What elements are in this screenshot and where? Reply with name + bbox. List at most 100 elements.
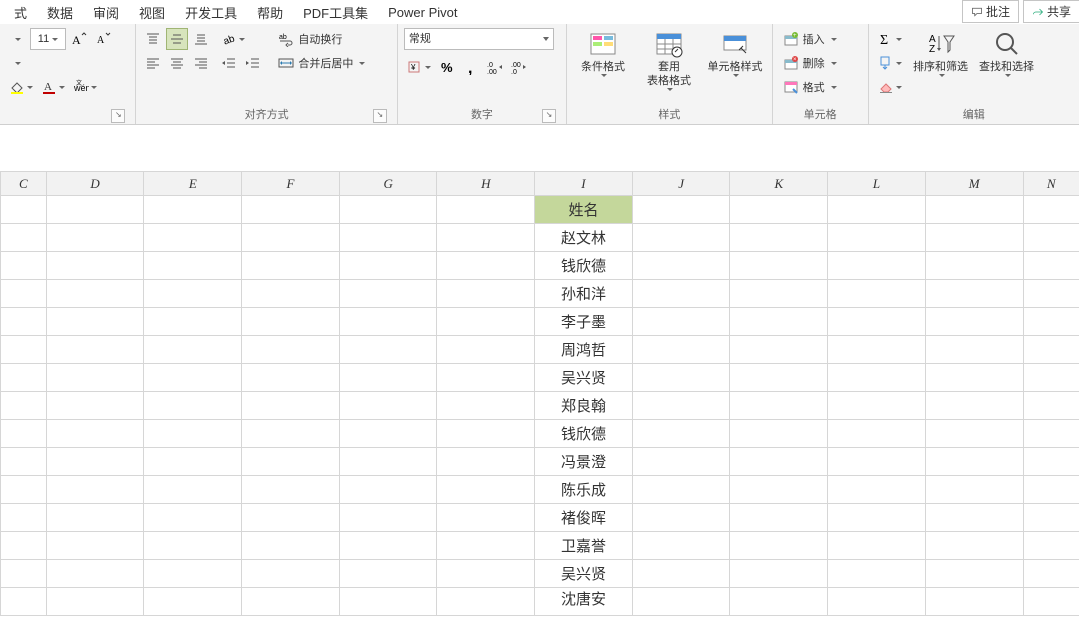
svg-text:文: 文	[76, 79, 82, 87]
orientation-icon: ab	[221, 31, 237, 47]
decrease-indent-button[interactable]	[218, 52, 240, 74]
fill-color-button[interactable]	[6, 76, 36, 98]
tab-formulas-partial[interactable]: 式	[4, 0, 37, 25]
format-cells-label: 格式	[803, 79, 825, 95]
autosum-button[interactable]: Σ	[875, 28, 905, 50]
number-dialog-launcher[interactable]: ↘	[542, 109, 556, 123]
col-header-K[interactable]: K	[730, 172, 828, 196]
increase-decimal-button[interactable]: .0.00	[484, 56, 506, 78]
align-center-button[interactable]	[166, 52, 188, 74]
tab-review[interactable]: 审阅	[83, 0, 129, 25]
menu-bar: 式 数据 审阅 视图 开发工具 帮助 PDF工具集 Power Pivot 批注…	[0, 0, 1079, 24]
cell-I-r5[interactable]: 李子墨	[535, 308, 633, 336]
cell-I-header[interactable]: 姓名	[535, 196, 633, 224]
increase-indent-button[interactable]	[242, 52, 264, 74]
delete-cells-button[interactable]: × 删除	[779, 52, 841, 74]
number-group-label: 数字	[471, 109, 493, 121]
col-header-H[interactable]: H	[437, 172, 535, 196]
align-left-button[interactable]	[142, 52, 164, 74]
alignment-dialog-launcher[interactable]: ↘	[373, 109, 387, 123]
cell-I-r15[interactable]: 沈唐安	[535, 588, 633, 616]
wrap-text-button[interactable]: ab 自动换行	[274, 28, 369, 50]
font-size-combo[interactable]: 11	[30, 28, 66, 50]
clear-button[interactable]	[875, 76, 905, 98]
tab-help[interactable]: 帮助	[247, 0, 293, 25]
col-header-G[interactable]: G	[339, 172, 437, 196]
delete-cells-icon: ×	[783, 55, 799, 71]
col-header-N[interactable]: N	[1023, 172, 1079, 196]
col-header-M[interactable]: M	[925, 172, 1023, 196]
comments-label: 批注	[986, 3, 1010, 20]
tab-pdf-tools[interactable]: PDF工具集	[293, 0, 378, 25]
col-header-D[interactable]: D	[46, 172, 144, 196]
tab-power-pivot[interactable]: Power Pivot	[378, 2, 467, 23]
col-header-I[interactable]: I	[535, 172, 633, 196]
sort-filter-label: 排序和筛选	[913, 60, 968, 74]
font-size-value: 11	[38, 29, 49, 49]
accounting-format-button[interactable]: ¥	[404, 56, 434, 78]
cell-I-r4[interactable]: 孙和洋	[535, 280, 633, 308]
comma-style-button[interactable]: ,	[460, 56, 482, 78]
font-color-button[interactable]: A	[38, 76, 68, 98]
cell-I-r13[interactable]: 卫嘉誉	[535, 532, 633, 560]
autosum-icon: Σ	[878, 31, 894, 47]
cell-I-r9[interactable]: 钱欣德	[535, 420, 633, 448]
fill-button[interactable]	[875, 52, 905, 74]
col-header-F[interactable]: F	[242, 172, 340, 196]
cell-I-r11[interactable]: 陈乐成	[535, 476, 633, 504]
tab-view[interactable]: 视图	[129, 0, 175, 25]
align-right-button[interactable]	[190, 52, 212, 74]
tab-data[interactable]: 数据	[37, 0, 83, 25]
cell-I-r2[interactable]: 赵文林	[535, 224, 633, 252]
share-icon	[1032, 6, 1044, 18]
alignment-group-label: 对齐方式	[245, 109, 289, 121]
cell-I-r10[interactable]: 冯景澄	[535, 448, 633, 476]
find-select-icon	[993, 30, 1021, 58]
align-top-button[interactable]	[142, 28, 164, 50]
conditional-formatting-button[interactable]: 条件格式	[573, 28, 633, 79]
cell-I-r14[interactable]: 吴兴贤	[535, 560, 633, 588]
number-format-combo[interactable]: 常规	[404, 28, 554, 50]
align-top-icon	[145, 31, 161, 47]
insert-cells-icon: +	[783, 31, 799, 47]
font-dialog-launcher[interactable]: ↘	[111, 109, 125, 123]
phonetic-guide-button[interactable]: wén文	[70, 76, 100, 98]
column-header-row[interactable]: C D E F G H I J K L M N	[1, 172, 1079, 196]
find-select-button[interactable]: 查找和选择	[977, 28, 1037, 79]
merge-center-button[interactable]: 合并后居中	[274, 52, 369, 74]
cell-I-r6[interactable]: 周鸿哲	[535, 336, 633, 364]
decrease-decimal-button[interactable]: .00.0	[508, 56, 530, 78]
cell-I-r8[interactable]: 郑良翰	[535, 392, 633, 420]
col-header-J[interactable]: J	[632, 172, 730, 196]
orientation-button[interactable]: ab	[218, 28, 248, 50]
underline-dropdown-partial[interactable]	[6, 52, 28, 74]
format-as-table-button[interactable]: 套用 表格格式	[639, 28, 699, 93]
comments-button[interactable]: 批注	[962, 0, 1019, 23]
col-header-C[interactable]: C	[1, 172, 47, 196]
col-header-E[interactable]: E	[144, 172, 242, 196]
svg-text:ab: ab	[279, 34, 287, 41]
font-name-dropdown-partial[interactable]	[6, 28, 28, 50]
spreadsheet-grid[interactable]: C D E F G H I J K L M N 姓名 赵文林 钱欣德 孙和洋 李…	[0, 171, 1079, 616]
find-select-label: 查找和选择	[979, 60, 1034, 74]
cell-styles-icon	[721, 30, 749, 58]
cell-I-r7[interactable]: 吴兴贤	[535, 364, 633, 392]
align-bottom-button[interactable]	[190, 28, 212, 50]
col-header-L[interactable]: L	[828, 172, 926, 196]
svg-text:Z: Z	[929, 44, 935, 55]
svg-text:.0: .0	[487, 62, 493, 69]
percent-style-button[interactable]: %	[436, 56, 458, 78]
decrease-font-size-button[interactable]: A	[92, 28, 114, 50]
cell-I-r12[interactable]: 褚俊晖	[535, 504, 633, 532]
share-button[interactable]: 共享	[1023, 0, 1079, 23]
cell-I-r3[interactable]: 钱欣德	[535, 252, 633, 280]
format-cells-button[interactable]: 格式	[779, 76, 841, 98]
increase-font-size-button[interactable]: A	[68, 28, 90, 50]
cell-styles-button[interactable]: 单元格样式	[705, 28, 765, 79]
insert-cells-button[interactable]: + 插入	[779, 28, 841, 50]
tab-developer[interactable]: 开发工具	[175, 0, 247, 25]
align-middle-button[interactable]	[166, 28, 188, 50]
decrease-font-icon: A	[95, 31, 111, 47]
svg-text:.00: .00	[487, 69, 497, 75]
sort-filter-button[interactable]: AZ 排序和筛选	[911, 28, 971, 79]
